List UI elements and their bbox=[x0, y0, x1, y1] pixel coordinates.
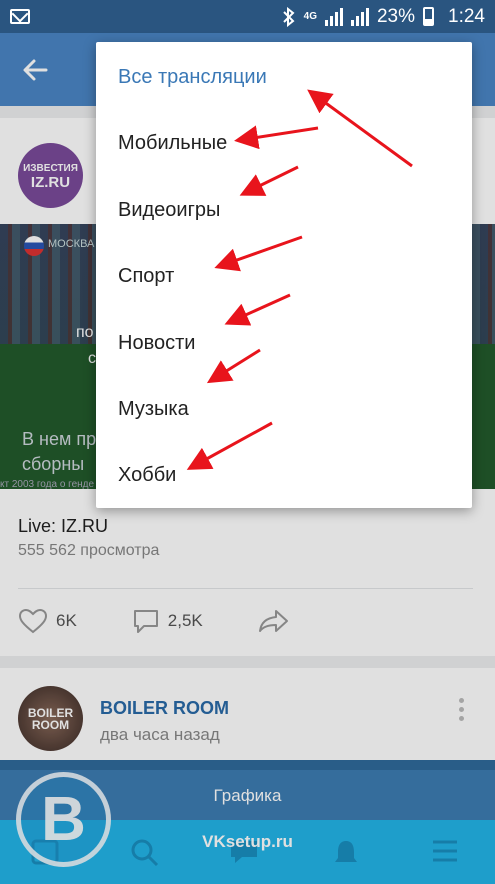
clock: 1:24 bbox=[448, 5, 485, 27]
category-dropdown-menu: Все трансляции Мобильные Видеоигры Спорт… bbox=[96, 42, 472, 508]
menu-item-mobile[interactable]: Мобильные bbox=[118, 132, 227, 155]
signal-icon-2 bbox=[350, 7, 369, 26]
menu-item-music[interactable]: Музыка bbox=[118, 398, 189, 421]
menu-item-news[interactable]: Новости bbox=[118, 332, 195, 355]
menu-item-videogames[interactable]: Видеоигры bbox=[118, 199, 220, 222]
battery-percent: 23% bbox=[376, 5, 416, 27]
mail-icon bbox=[10, 9, 30, 24]
menu-item-hobby[interactable]: Хобби bbox=[118, 464, 176, 487]
bluetooth-icon bbox=[282, 6, 295, 27]
signal-icon bbox=[324, 7, 343, 26]
battery-icon bbox=[423, 7, 435, 26]
status-bar: 4G 23% 1:24 bbox=[0, 0, 495, 33]
network-type: 4G bbox=[303, 11, 317, 22]
status-right: 4G 23% 1:24 bbox=[282, 6, 485, 28]
menu-item-all-broadcasts[interactable]: Все трансляции bbox=[118, 66, 267, 89]
menu-item-sport[interactable]: Спорт bbox=[118, 265, 174, 288]
